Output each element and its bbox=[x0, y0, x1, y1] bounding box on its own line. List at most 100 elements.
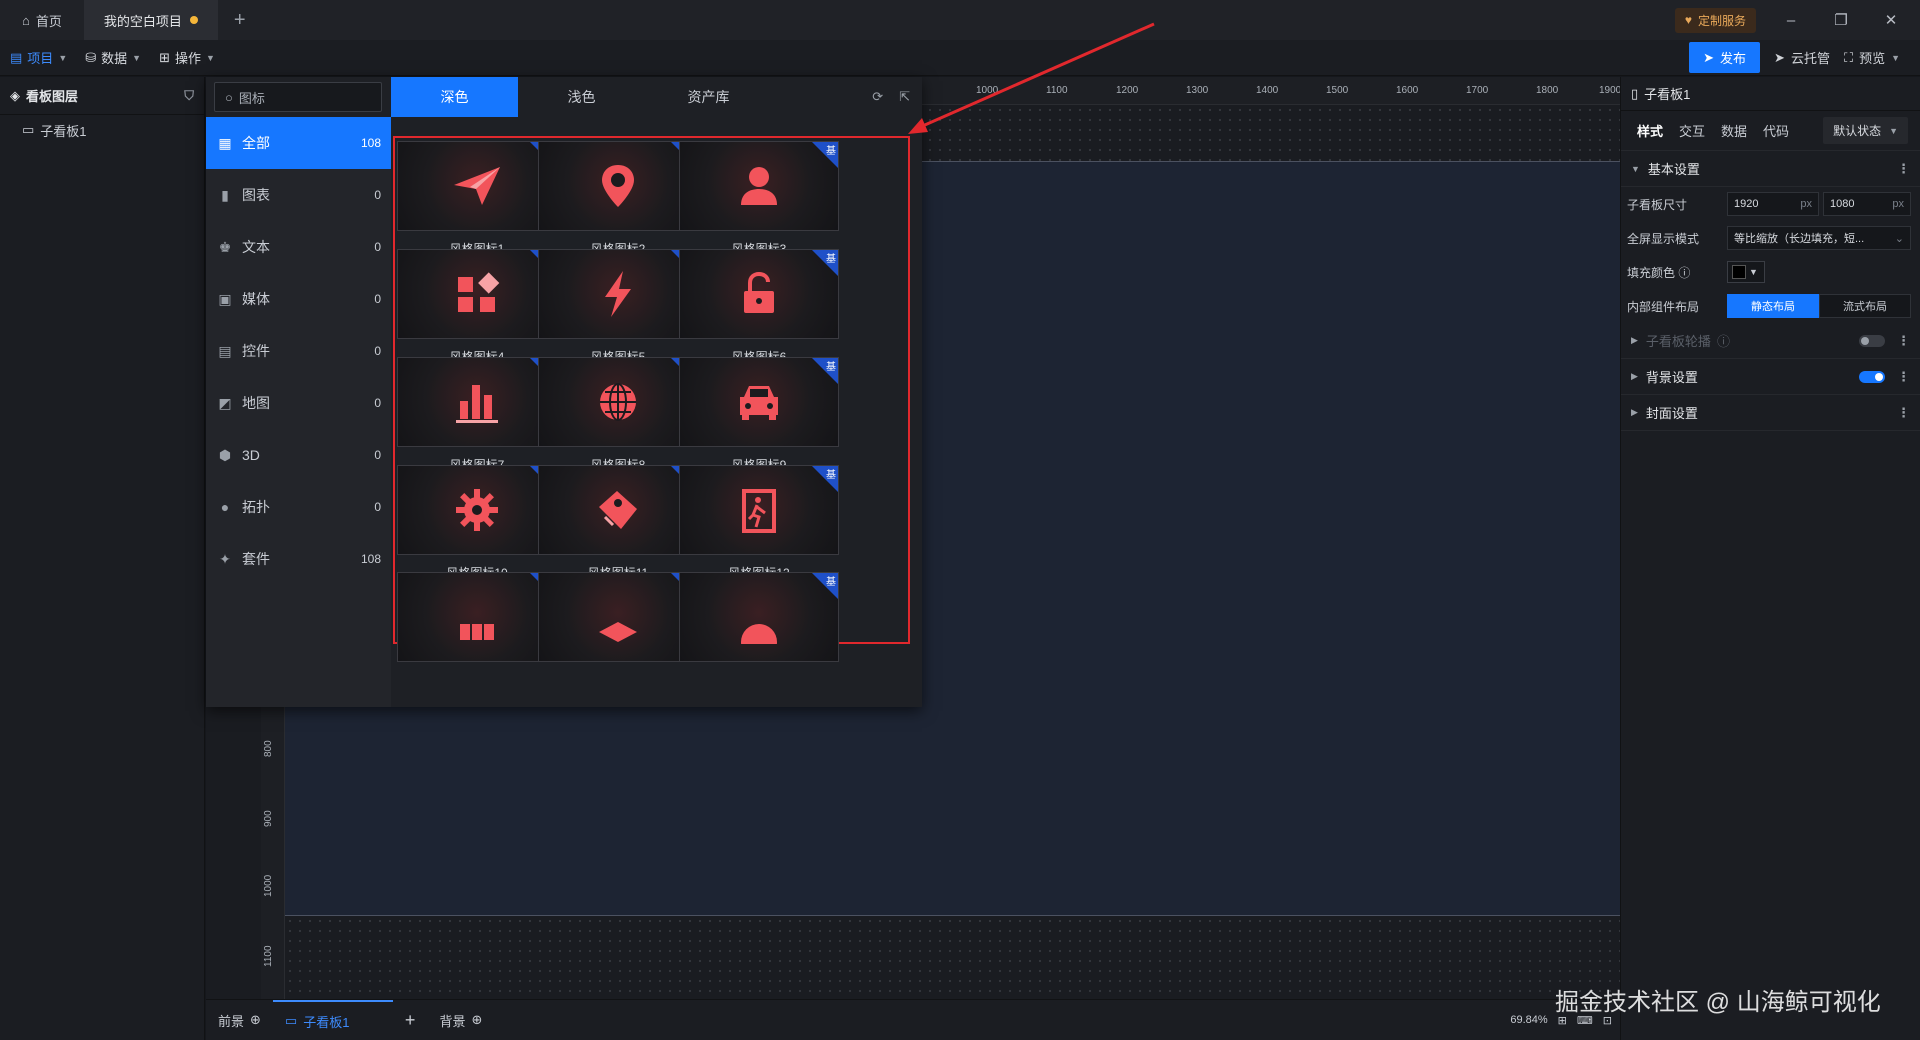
tab-home[interactable]: ⌂ 首页 bbox=[0, 0, 84, 40]
foreground-tab[interactable]: 前景 ⊕ bbox=[206, 1000, 273, 1040]
fill-row: 填充颜色 ⓘ ▼ bbox=[1621, 255, 1920, 289]
category-label: 图表 bbox=[242, 187, 270, 203]
category-text[interactable]: ♚ 文本 0 bbox=[206, 221, 391, 273]
tile-preview: 基 bbox=[538, 141, 698, 231]
more-icon[interactable]: ⋮ bbox=[1897, 369, 1910, 385]
icon-tile[interactable]: 基 风格图标5 bbox=[538, 249, 698, 365]
category-topology[interactable]: ● 拓扑 0 bbox=[206, 481, 391, 533]
minimize-icon[interactable]: – bbox=[1776, 12, 1806, 29]
icon-tile[interactable]: 基 风格图标6 bbox=[679, 249, 839, 365]
tile-preview: 基 bbox=[679, 465, 839, 555]
menu-operation[interactable]: ⊞ 操作 ▼ bbox=[159, 48, 215, 67]
properties-panel: ▯ 子看板1 样式 交互 数据 代码 默认状态 ▼ ▼ 基本设置 ⋮ 子看板尺寸… bbox=[1620, 77, 1920, 1040]
icon-tile[interactable]: 基 风格图标7 bbox=[397, 357, 557, 473]
layout-flow-button[interactable]: 流式布局 bbox=[1819, 294, 1911, 318]
more-icon[interactable]: ⋮ bbox=[1897, 161, 1910, 177]
layout-static-button[interactable]: 静态布局 bbox=[1727, 294, 1819, 318]
tab-data[interactable]: 数据 bbox=[1721, 121, 1747, 140]
icon-tile[interactable]: 基 风格图标8 bbox=[538, 357, 698, 473]
icon-tile[interactable]: 基 bbox=[397, 572, 557, 662]
tab-assets[interactable]: 资产库 bbox=[645, 77, 772, 117]
icon-tile[interactable]: 基 风格图标2 bbox=[538, 141, 698, 257]
tab-dark[interactable]: 深色 bbox=[391, 77, 518, 117]
state-select[interactable]: 默认状态 ▼ bbox=[1823, 117, 1908, 144]
category-label: 套件 bbox=[242, 551, 270, 567]
library-tabs: 深色 浅色 资产库 ⟳ ⇱ bbox=[391, 77, 922, 117]
more-icon[interactable]: ⋮ bbox=[1897, 405, 1910, 421]
tab-project[interactable]: 我的空白项目 bbox=[83, 0, 218, 40]
category-media[interactable]: ▣ 媒体 0 bbox=[206, 273, 391, 325]
more-icon[interactable]: ⋮ bbox=[1897, 333, 1910, 349]
library-search-input[interactable]: ○ 图标 bbox=[214, 82, 382, 112]
close-icon[interactable]: ✕ bbox=[1876, 11, 1906, 29]
size-row: 子看板尺寸 1920 px 1080 px bbox=[1621, 187, 1920, 221]
icon-tile[interactable]: 基 风格图标10 bbox=[397, 465, 557, 581]
icon-tile[interactable]: 基 bbox=[538, 572, 698, 662]
category-kit[interactable]: ✦ 套件 108 bbox=[206, 533, 391, 585]
fill-color-picker[interactable]: ▼ bbox=[1727, 261, 1765, 283]
tab-code[interactable]: 代码 bbox=[1763, 121, 1789, 140]
background-tab[interactable]: 背景 ⊕ bbox=[427, 1000, 494, 1040]
help-icon[interactable]: ⓘ bbox=[1678, 266, 1690, 280]
preview-button[interactable]: ⛶ 预览 ▼ bbox=[1844, 48, 1900, 67]
zoom-level[interactable]: 69.84% bbox=[1510, 1014, 1547, 1026]
carousel-toggle[interactable] bbox=[1859, 334, 1885, 347]
section-cover-label: 封面设置 bbox=[1645, 406, 1698, 421]
chevron-down-icon: ▼ bbox=[1889, 125, 1898, 136]
tab-interaction[interactable]: 交互 bbox=[1679, 121, 1705, 140]
category-label: 控件 bbox=[242, 343, 270, 359]
add-tab-button[interactable]: + bbox=[218, 0, 262, 40]
menu-project[interactable]: ▤ 项目 ▼ bbox=[10, 48, 67, 67]
height-input[interactable]: 1080 px bbox=[1823, 192, 1911, 216]
section-background[interactable]: ▶ 背景设置 ⋮ bbox=[1621, 359, 1920, 395]
icon-tile[interactable]: 基 风格图标4 bbox=[397, 249, 557, 365]
category-3d[interactable]: ⬢ 3D 0 bbox=[206, 429, 391, 481]
category-chart[interactable]: ▮ 图表 0 bbox=[206, 169, 391, 221]
tab-light[interactable]: 浅色 bbox=[518, 77, 645, 117]
menu-data[interactable]: ⛁ 数据 ▼ bbox=[85, 48, 141, 67]
add-circle-icon[interactable]: ⊕ bbox=[250, 1012, 261, 1028]
icon-tile[interactable]: 基 风格图标1 bbox=[397, 141, 557, 257]
height-value: 1080 bbox=[1830, 198, 1855, 210]
add-board-button[interactable]: + bbox=[393, 1000, 428, 1040]
background-toggle[interactable] bbox=[1859, 370, 1885, 383]
section-cover[interactable]: ▶ 封面设置 ⋮ bbox=[1621, 395, 1920, 431]
restore-icon[interactable]: ❐ bbox=[1826, 11, 1856, 29]
section-basic[interactable]: ▼ 基本设置 ⋮ bbox=[1621, 151, 1920, 187]
icon-tile[interactable]: 基 风格图标9 bbox=[679, 357, 839, 473]
icon-tile[interactable]: 基 bbox=[679, 572, 839, 662]
category-label: 地图 bbox=[242, 395, 270, 411]
home-icon: ⌂ bbox=[22, 12, 30, 28]
category-all[interactable]: ▦ 全部 108 bbox=[206, 117, 391, 169]
board-tab-label: 子看板1 bbox=[303, 1014, 350, 1030]
size-label: 子看板尺寸 bbox=[1627, 197, 1688, 212]
menu-operation-label: 操作 bbox=[174, 51, 201, 66]
book-icon bbox=[460, 624, 494, 640]
width-input[interactable]: 1920 px bbox=[1727, 192, 1819, 216]
tab-style[interactable]: 样式 bbox=[1637, 121, 1663, 140]
add-circle-icon[interactable]: ⊕ bbox=[471, 1012, 482, 1028]
publish-button[interactable]: ➤ 发布 bbox=[1689, 42, 1761, 73]
fullscreen-label: 全屏显示模式 bbox=[1627, 231, 1700, 246]
section-carousel[interactable]: ▶ 子看板轮播 ⓘ ⋮ bbox=[1621, 323, 1920, 359]
layout-label: 内部组件布局 bbox=[1627, 299, 1700, 314]
icon-tile[interactable]: 基 风格图标12 bbox=[679, 465, 839, 581]
tab-project-label: 我的空白项目 bbox=[103, 13, 182, 29]
filter-icon[interactable]: ⛉ bbox=[184, 88, 194, 104]
layer-item[interactable]: ▭ 子看板1 bbox=[0, 115, 204, 145]
cloud-host-button[interactable]: ➤ 云托管 bbox=[1774, 48, 1830, 67]
tile-preview: 基 bbox=[397, 141, 557, 231]
icon-tile[interactable]: 基 风格图标3 bbox=[679, 141, 839, 257]
category-map[interactable]: ◩ 地图 0 bbox=[206, 377, 391, 429]
grid-icon: ▦ bbox=[218, 134, 232, 151]
custom-service-button[interactable]: ♥ 定制服务 bbox=[1674, 7, 1756, 33]
ruler-tick: 1700 bbox=[1466, 85, 1489, 96]
file-icon: ▤ bbox=[10, 49, 23, 65]
category-control[interactable]: ▤ 控件 0 bbox=[206, 325, 391, 377]
category-count: 0 bbox=[374, 240, 381, 254]
fullscreen-select[interactable]: 等比缩放（长边填充，短... ⌄ bbox=[1727, 226, 1911, 250]
refresh-icon[interactable]: ⟳ bbox=[872, 89, 883, 105]
board-tab[interactable]: ▭ 子看板1 bbox=[272, 1000, 393, 1040]
icon-tile[interactable]: 基 风格图标11 bbox=[538, 465, 698, 581]
database-icon: ⛁ bbox=[85, 49, 97, 65]
